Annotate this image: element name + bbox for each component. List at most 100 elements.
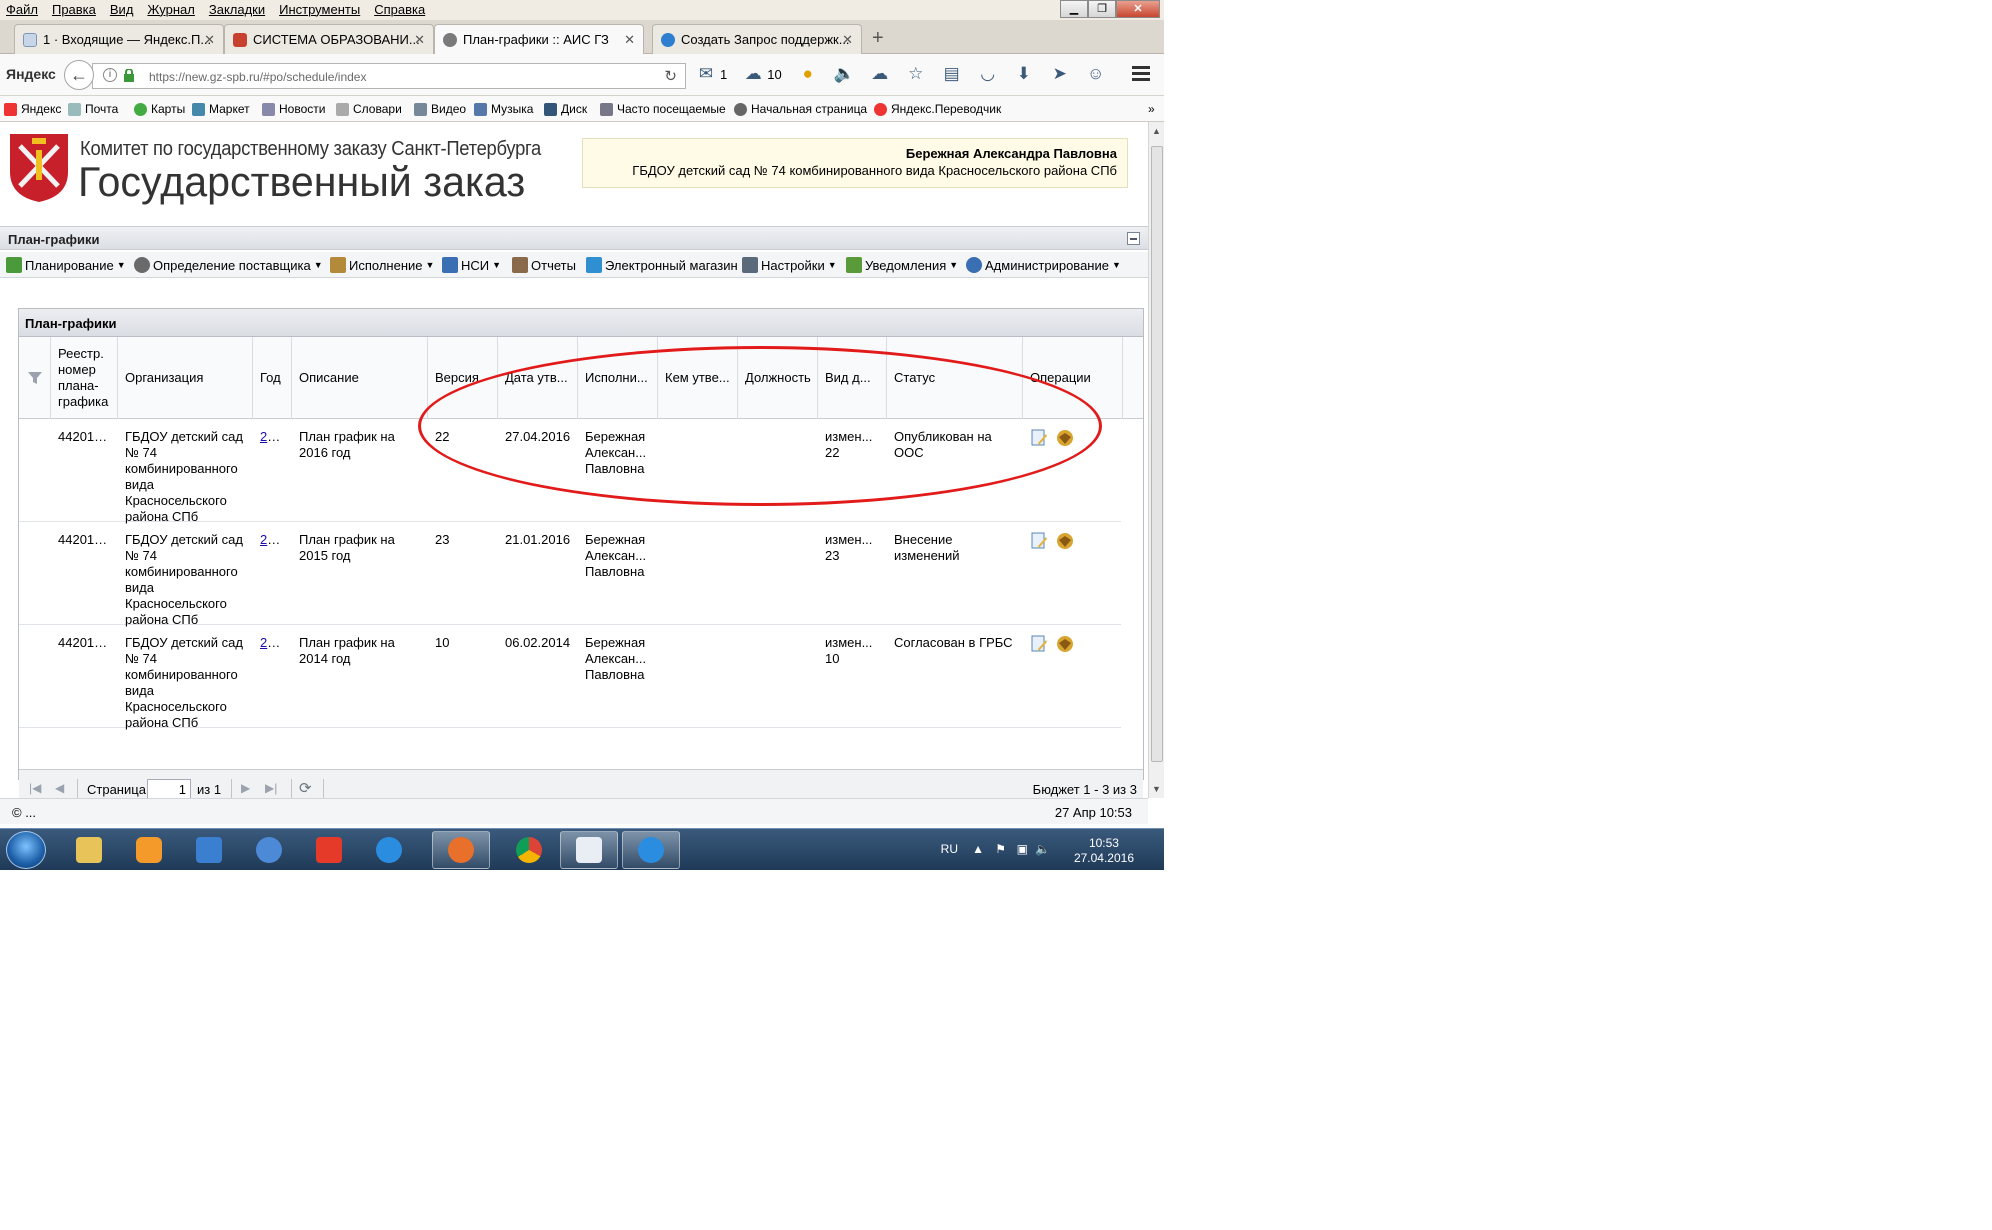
network-icon[interactable]: ▣ xyxy=(1017,842,1028,856)
minimize-button[interactable]: ▁ xyxy=(1060,0,1088,18)
close-tab-icon[interactable]: ✕ xyxy=(414,32,425,48)
yandex-brand[interactable]: Яндекс xyxy=(6,66,56,82)
table-row[interactable]: 442014... ГБДОУ детский сад № 74 комбини… xyxy=(19,625,1121,730)
bookmark-dictionaries[interactable]: Словари xyxy=(336,102,402,116)
col-doc-kind[interactable]: Вид д... xyxy=(818,337,887,419)
menu-administration[interactable]: Администрирование ▼ xyxy=(966,257,1121,273)
ie-window-taskbar-icon[interactable] xyxy=(622,831,680,869)
back-button[interactable]: ← xyxy=(64,60,94,90)
year-link[interactable]: 20... xyxy=(260,635,285,650)
col-status[interactable]: Статус xyxy=(887,337,1023,419)
table-row[interactable]: 442016... ГБДОУ детский сад № 74 комбини… xyxy=(19,419,1121,524)
table-row[interactable]: 442015... ГБДОУ детский сад № 74 комбини… xyxy=(19,522,1121,627)
eagle-emblem-icon[interactable] xyxy=(1056,635,1074,653)
sync-icon[interactable]: ☁ xyxy=(870,64,890,84)
tab-education[interactable]: СИСТЕМА ОБРАЗОВАНИ... ✕ xyxy=(224,24,434,54)
chrome-taskbar-icon[interactable] xyxy=(500,831,558,869)
tab-support[interactable]: Создать Запрос поддержк... ✕ xyxy=(652,24,862,54)
menu-edit[interactable]: Правка xyxy=(52,2,96,17)
start-button[interactable] xyxy=(6,831,46,869)
year-link[interactable]: 20... xyxy=(260,532,285,547)
edit-document-icon[interactable] xyxy=(1030,635,1048,653)
eagle-emblem-icon[interactable] xyxy=(1056,532,1074,550)
bookmark-most-visited[interactable]: Часто посещаемые xyxy=(600,102,726,116)
bookmark-translator[interactable]: Яндекс.Переводчик xyxy=(874,102,1001,116)
mail-taskbar-icon[interactable] xyxy=(180,831,238,869)
next-page-button[interactable]: ▶ xyxy=(241,781,250,795)
col-executor[interactable]: Исполни... xyxy=(578,337,658,419)
last-page-button[interactable]: ▶| xyxy=(265,781,277,795)
language-indicator[interactable]: RU xyxy=(941,842,958,856)
volume-icon[interactable]: 🔈 xyxy=(1035,842,1050,856)
col-organization[interactable]: Организация xyxy=(118,337,253,419)
new-tab-button[interactable]: + xyxy=(872,27,884,50)
menu-planning[interactable]: Планирование ▼ xyxy=(6,257,126,273)
menu-notifications[interactable]: Уведомления ▼ xyxy=(846,257,958,273)
action-center-flag-icon[interactable]: ⚑ xyxy=(995,842,1006,856)
filter-icon[interactable] xyxy=(19,337,51,419)
chat-icon[interactable]: ☺ xyxy=(1086,64,1106,84)
edit-document-icon[interactable] xyxy=(1030,532,1048,550)
menu-e-shop[interactable]: Электронный магазин xyxy=(586,257,738,273)
star-icon[interactable]: ☆ xyxy=(906,64,926,84)
col-description[interactable]: Описание xyxy=(292,337,428,419)
info-icon[interactable]: i xyxy=(103,68,117,82)
vertical-scrollbar[interactable]: ▲ ▼ xyxy=(1148,122,1164,798)
bookmark-news[interactable]: Новости xyxy=(262,102,325,116)
close-tab-icon[interactable]: ✕ xyxy=(204,32,215,48)
bookmark-mail[interactable]: Почта xyxy=(68,102,118,116)
col-version[interactable]: Версия xyxy=(428,337,498,419)
taskbar-clock[interactable]: 10:53 27.04.2016 xyxy=(1074,836,1134,866)
menu-view[interactable]: Вид xyxy=(110,2,134,17)
show-hidden-icons[interactable]: ▲ xyxy=(972,842,984,856)
bookmark-home[interactable]: Начальная страница xyxy=(734,102,867,116)
bookmark-disk[interactable]: Диск xyxy=(544,102,587,116)
clipboard-icon[interactable]: ▤ xyxy=(942,64,962,84)
ie-taskbar-icon[interactable] xyxy=(360,831,418,869)
tab-schedule[interactable]: План-графики :: АИС ГЗ ✕ xyxy=(434,24,644,55)
hamburger-menu-icon[interactable] xyxy=(1132,66,1150,82)
prev-page-button[interactable]: ◀ xyxy=(55,781,64,795)
speaker-taskbar-icon[interactable] xyxy=(240,831,298,869)
menu-execution[interactable]: Исполнение ▼ xyxy=(330,257,434,273)
tab-mail[interactable]: 1 · Входящие — Яндекс.П... ✕ xyxy=(14,24,224,54)
menu-reports[interactable]: Отчеты xyxy=(512,257,576,273)
col-reg-number[interactable]: Реестр. номер плана-графика xyxy=(51,337,118,419)
bookmark-yandex[interactable]: Яндекс xyxy=(4,102,61,116)
pocket-icon[interactable]: ◡ xyxy=(978,64,998,84)
firefox-taskbar-icon[interactable] xyxy=(432,831,490,869)
menu-settings[interactable]: Настройки ▼ xyxy=(742,257,837,273)
send-icon[interactable]: ➤ xyxy=(1050,64,1070,84)
menu-file[interactable]: Файл xyxy=(6,2,38,17)
refresh-icon[interactable]: ⟳ xyxy=(299,779,312,797)
menu-tools[interactable]: Инструменты xyxy=(279,2,360,17)
yandex-taskbar-icon[interactable] xyxy=(300,831,358,869)
edit-document-icon[interactable] xyxy=(1030,429,1048,447)
weather-widget[interactable]: ☁ 10 xyxy=(743,64,782,84)
close-tab-icon[interactable]: ✕ xyxy=(624,32,635,48)
col-approved-by[interactable]: Кем утве... xyxy=(658,337,738,419)
col-year[interactable]: Год xyxy=(253,337,292,419)
bookmark-maps[interactable]: Карты xyxy=(134,102,185,116)
maximize-button[interactable]: ❐ xyxy=(1088,0,1116,18)
scrollbar-thumb[interactable] xyxy=(1151,146,1163,762)
page-number-input[interactable] xyxy=(147,779,191,799)
bookmark-video[interactable]: Видео xyxy=(414,102,466,116)
menu-help[interactable]: Справка xyxy=(374,2,425,17)
col-approval-date[interactable]: Дата утв... xyxy=(498,337,578,419)
collapse-icon[interactable] xyxy=(1127,232,1140,245)
col-position[interactable]: Должность xyxy=(738,337,818,419)
eagle-emblem-icon[interactable] xyxy=(1056,429,1074,447)
mail-counter[interactable]: ✉ 1 xyxy=(696,64,727,84)
bookmark-music[interactable]: Музыка xyxy=(474,102,533,116)
advisor-icon[interactable]: ● xyxy=(798,64,818,84)
year-link[interactable]: 20... xyxy=(260,429,285,444)
media-player-taskbar-icon[interactable] xyxy=(120,831,178,869)
menu-supplier-selection[interactable]: Определение поставщика ▼ xyxy=(134,257,323,273)
reload-icon[interactable]: ↻ xyxy=(664,67,677,85)
bookmark-market[interactable]: Маркет xyxy=(192,102,250,116)
close-tab-icon[interactable]: ✕ xyxy=(842,32,853,48)
explorer-taskbar-icon[interactable] xyxy=(60,831,118,869)
bookmarks-overflow-icon[interactable]: » xyxy=(1148,102,1155,116)
close-window-button[interactable]: ✕ xyxy=(1116,0,1160,18)
